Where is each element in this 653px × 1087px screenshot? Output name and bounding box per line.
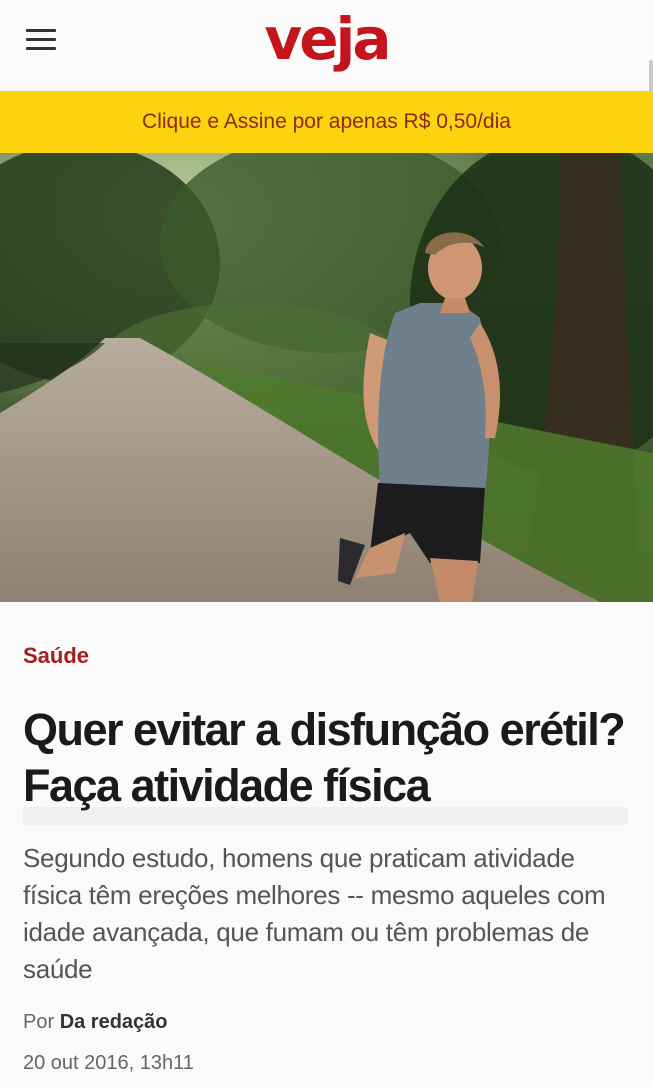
byline-prefix: Por — [23, 1011, 55, 1033]
publish-date: 20 out 2016, 13h11 — [23, 1052, 194, 1074]
site-header: veja — [0, 0, 653, 110]
author-link[interactable]: Da redação — [60, 1011, 168, 1033]
section-label[interactable]: Saúde — [23, 643, 89, 669]
veja-logo[interactable]: veja — [0, 6, 653, 72]
byline: Por Da redação — [23, 1011, 168, 1034]
subscribe-banner[interactable]: Clique e Assine por apenas R$ 0,50/dia — [0, 91, 653, 153]
article-headline: Quer evitar a disfunção erétil? Faça ati… — [23, 704, 626, 811]
hero-image — [0, 153, 653, 602]
article-subtitle: Segundo estudo, homens que praticam ativ… — [23, 843, 606, 984]
